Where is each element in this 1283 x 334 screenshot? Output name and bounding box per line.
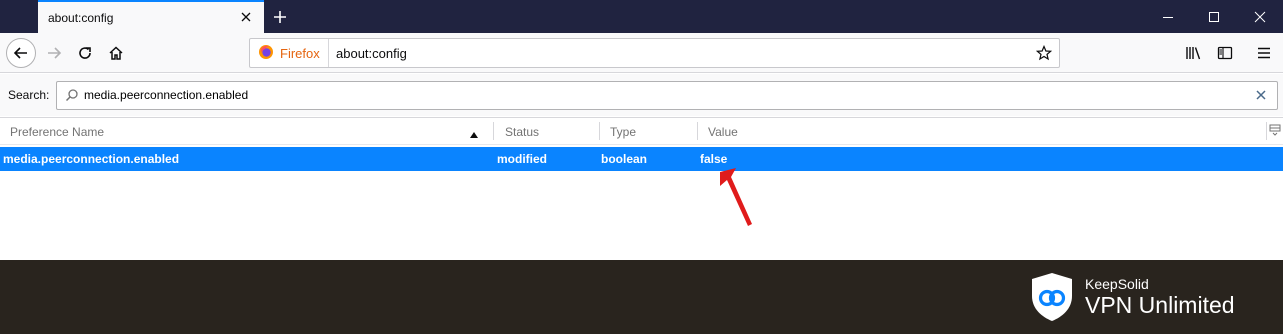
navigation-toolbar: Firefox about:config (0, 33, 1283, 73)
table-row[interactable]: media.peerconnection.enabled modified bo… (0, 147, 1283, 171)
preferences-table: Preference Name Status Type Value media.… (0, 117, 1283, 260)
search-icon (65, 88, 79, 102)
close-window-icon[interactable] (1240, 0, 1280, 33)
library-icon[interactable] (1180, 39, 1208, 67)
back-icon[interactable] (6, 38, 36, 68)
search-input[interactable] (84, 88, 1234, 102)
address-bar[interactable]: Firefox about:config (249, 38, 1060, 68)
reload-icon[interactable] (71, 39, 99, 67)
title-bar: about:config (0, 0, 1283, 33)
column-header-type[interactable]: Type (610, 125, 636, 139)
brand-product: VPN Unlimited (1085, 292, 1235, 318)
column-picker-icon[interactable] (1269, 123, 1281, 137)
menu-icon[interactable] (1250, 39, 1278, 67)
forward-icon[interactable] (40, 39, 68, 67)
arrow-annotation-icon (714, 166, 758, 230)
search-label: Search: (8, 88, 50, 102)
status-cell: modified (497, 152, 547, 166)
column-divider[interactable] (697, 122, 698, 140)
column-divider[interactable] (493, 122, 494, 140)
column-header-value[interactable]: Value (708, 125, 738, 139)
search-field[interactable] (56, 81, 1278, 110)
firefox-logo-icon (258, 44, 274, 63)
preference-name-cell: media.peerconnection.enabled (3, 152, 180, 166)
identity-label: Firefox (280, 45, 320, 61)
clear-icon[interactable] (1255, 89, 1267, 101)
config-search-row: Search: (0, 74, 1283, 116)
close-icon[interactable] (238, 9, 254, 25)
sidebar-icon[interactable] (1211, 39, 1239, 67)
url-input[interactable]: about:config (336, 46, 407, 61)
type-cell: boolean (601, 152, 648, 166)
bookmark-star-icon[interactable] (1035, 44, 1053, 62)
table-header: Preference Name Status Type Value (0, 118, 1283, 145)
home-icon[interactable] (102, 39, 130, 67)
tab-title: about:config (48, 11, 114, 25)
column-header-preference-name[interactable]: Preference Name (10, 125, 104, 139)
shield-logo-icon (1031, 272, 1073, 322)
sort-ascending-icon (470, 127, 478, 138)
column-divider (1266, 122, 1267, 140)
value-cell: false (700, 152, 728, 166)
brand-banner: KeepSolid VPN Unlimited (0, 260, 1283, 334)
column-header-status[interactable]: Status (505, 125, 539, 139)
brand-company: KeepSolid (1085, 276, 1149, 292)
identity-box[interactable]: Firefox (250, 39, 329, 67)
column-divider[interactable] (599, 122, 600, 140)
plus-icon[interactable] (268, 5, 292, 29)
minimize-icon[interactable] (1148, 0, 1188, 33)
maximize-icon[interactable] (1194, 0, 1234, 33)
tab-about-config[interactable]: about:config (38, 0, 264, 33)
